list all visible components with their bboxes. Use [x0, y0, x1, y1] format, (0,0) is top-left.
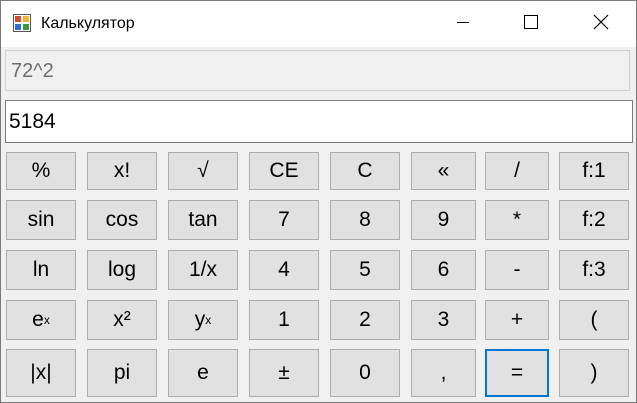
close-icon [593, 14, 609, 35]
divide-button[interactable]: / [485, 152, 549, 190]
result-text: 5184 [9, 110, 56, 133]
digit-8-button[interactable]: 8 [330, 200, 400, 240]
maximize-icon [524, 14, 538, 34]
digit-4-button[interactable]: 4 [249, 250, 319, 290]
e-constant-button[interactable]: e [168, 349, 238, 397]
digit-0-button[interactable]: 0 [330, 349, 400, 397]
result-field[interactable]: 5184 [5, 100, 633, 143]
button-label-base: e [32, 308, 44, 331]
f2-button[interactable]: f:2 [559, 200, 629, 240]
square-button[interactable]: x² [87, 300, 157, 340]
backspace-button[interactable]: « [411, 152, 476, 190]
button-label-base: y [194, 308, 206, 331]
negate-button[interactable]: ± [249, 349, 319, 397]
title-bar[interactable]: Калькулятор [1, 1, 636, 47]
cos-button[interactable]: cos [87, 200, 157, 240]
f3-button[interactable]: f:3 [559, 250, 629, 290]
open-paren-button[interactable]: ( [559, 300, 629, 340]
clear-button[interactable]: C [330, 152, 400, 190]
close-paren-button[interactable]: ) [559, 349, 629, 397]
digit-3-button[interactable]: 3 [411, 300, 476, 340]
sqrt-button[interactable]: √ [168, 152, 238, 190]
expression-text: 72^2 [11, 60, 54, 82]
decimal-button[interactable]: , [411, 349, 476, 397]
reciprocal-button[interactable]: 1/x [168, 250, 238, 290]
digit-9-button[interactable]: 9 [411, 200, 476, 240]
multiply-button[interactable]: * [485, 200, 549, 240]
window-title: Калькулятор [41, 15, 135, 32]
plus-button[interactable]: + [485, 300, 549, 340]
sin-button[interactable]: sin [6, 200, 76, 240]
expression-display: 72^2 [5, 50, 630, 91]
calculator-app-icon [13, 14, 31, 32]
equals-button[interactable]: = [485, 349, 549, 397]
power-button[interactable]: yx [168, 300, 238, 340]
digit-2-button[interactable]: 2 [330, 300, 400, 340]
pi-button[interactable]: pi [87, 349, 157, 397]
digit-6-button[interactable]: 6 [411, 250, 476, 290]
digit-1-button[interactable]: 1 [249, 300, 319, 340]
log-button[interactable]: log [87, 250, 157, 290]
digit-7-button[interactable]: 7 [249, 200, 319, 240]
percent-button[interactable]: % [6, 152, 76, 190]
factorial-button[interactable]: x! [87, 152, 157, 190]
abs-button[interactable]: |x| [6, 349, 76, 397]
maximize-button[interactable] [497, 1, 565, 47]
clear-entry-button[interactable]: CE [249, 152, 319, 190]
calculator-window: Калькулятор 72^2 5184 % x! √ CE C «/ f:1 sin cos… [0, 0, 637, 403]
ln-button[interactable]: ln [6, 250, 76, 290]
exp-button[interactable]: ex [6, 300, 76, 340]
f1-button[interactable]: f:1 [559, 152, 629, 190]
tan-button[interactable]: tan [168, 200, 238, 240]
close-button[interactable] [567, 1, 635, 47]
digit-5-button[interactable]: 5 [330, 250, 400, 290]
minimize-button[interactable] [429, 1, 497, 47]
minus-button[interactable]: - [485, 250, 549, 290]
minimize-icon [457, 15, 469, 33]
